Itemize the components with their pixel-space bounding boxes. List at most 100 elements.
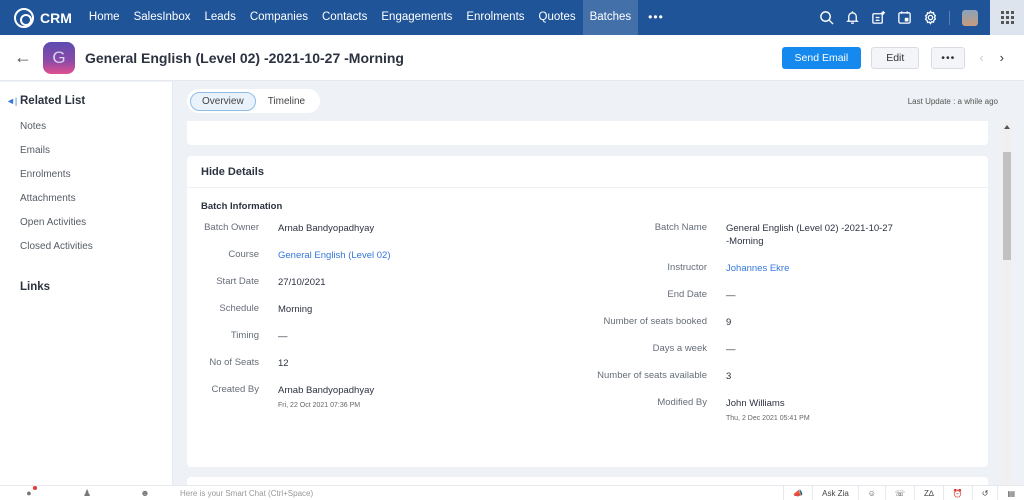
sidebar-item-open-activities[interactable]: Open Activities (0, 211, 172, 235)
bell-icon[interactable] (839, 0, 865, 35)
sidebar-item-notes[interactable]: Notes (0, 115, 172, 139)
tab-timeline[interactable]: Timeline (256, 92, 317, 111)
nav-contacts[interactable]: Contacts (315, 0, 374, 35)
field-value[interactable]: 9 (726, 316, 896, 329)
field-value[interactable]: — (726, 343, 896, 356)
nav-home[interactable]: Home (82, 0, 127, 35)
field-value[interactable]: 27/10/2021 (278, 276, 326, 289)
nav-divider (949, 10, 950, 25)
bot-icon[interactable]: ☺ (857, 485, 885, 500)
field-label: Instructor (667, 262, 707, 273)
field-value[interactable]: 12 (278, 357, 289, 370)
send-email-button[interactable]: Send Email (781, 46, 862, 69)
collapse-sidebar-icon[interactable]: ◄| (6, 96, 20, 106)
user-avatar[interactable] (962, 9, 978, 26)
field-value: Arnab Bandyopadhyay (278, 385, 375, 396)
sidebar-item-closed-activities[interactable]: Closed Activities (0, 235, 172, 259)
field-label: Created By (211, 384, 259, 395)
field-label: Number of seats booked (603, 316, 707, 327)
ask-zia-button[interactable]: Ask Zia (812, 485, 858, 500)
nav-batches[interactable]: Batches (582, 0, 639, 35)
apps-grid-button[interactable] (990, 0, 1024, 35)
nav-quotes[interactable]: Quotes (532, 0, 583, 35)
last-update-text: Last Update : a while ago (907, 96, 998, 106)
field-days-a-week: Days a week — (567, 343, 987, 370)
record-avatar: G (43, 41, 75, 74)
edit-button[interactable]: Edit (871, 46, 920, 69)
gear-icon[interactable] (917, 0, 943, 35)
call-icon[interactable]: ☏ (884, 485, 914, 500)
nav-companies[interactable]: Companies (243, 0, 315, 35)
sidebar-item-attachments[interactable]: Attachments (0, 187, 172, 211)
chats-icon[interactable]: ● (23, 486, 37, 498)
field-value[interactable]: General English (Level 02) -2021-10-27 -… (726, 222, 896, 248)
smart-chat-input[interactable]: Here is your Smart Chat (Ctrl+Space) (180, 489, 783, 498)
nav-more-button[interactable]: ••• (638, 0, 674, 35)
field-start-date: Start Date 27/10/2021 (187, 276, 567, 303)
notes-icon[interactable]: ▤ (997, 485, 1024, 500)
field-label: Batch Name (654, 222, 707, 233)
view-tabs: Overview Timeline (187, 89, 321, 113)
more-actions-button[interactable]: ••• (931, 46, 966, 69)
field-label: Number of seats available (597, 370, 707, 381)
field-created-by: Created By Arnab Bandyopadhyay Fri, 22 O… (187, 384, 567, 412)
field-label: Schedule (219, 303, 259, 314)
bottom-bar: ● ♟ ☻ Here is your Smart Chat (Ctrl+Spac… (0, 485, 1024, 500)
field-course: Course General English (Level 02) (187, 249, 567, 276)
history-icon[interactable]: ↺ (971, 485, 998, 500)
field-timing: Timing — (187, 330, 567, 357)
tab-overview[interactable]: Overview (190, 91, 256, 111)
field-value[interactable]: Arnab Bandyopadhyay (278, 222, 374, 235)
sidebar-item-enrolments[interactable]: Enrolments (0, 163, 172, 187)
nav-engagements[interactable]: Engagements (374, 0, 459, 35)
field-label: Timing (230, 330, 259, 341)
summary-card (187, 121, 988, 145)
instructor-link[interactable]: Johannes Ekre (726, 262, 896, 275)
field-label: Days a week (652, 343, 707, 354)
crm-logo-icon (14, 7, 34, 28)
field-end-date: End Date — (567, 289, 987, 316)
field-value[interactable]: — (278, 330, 288, 343)
grid-icon (1000, 11, 1014, 24)
channels-icon[interactable]: ♟ (81, 488, 93, 498)
field-value[interactable]: — (726, 289, 896, 302)
previous-record-icon[interactable]: ‹ (979, 50, 983, 65)
details-right-column: Batch Name General English (Level 02) -2… (567, 222, 987, 425)
field-seats-booked: Number of seats booked 9 (567, 316, 987, 343)
related-list-title: Related List (20, 95, 86, 107)
course-link[interactable]: General English (Level 02) (278, 249, 390, 262)
sidebar-item-emails[interactable]: Emails (0, 139, 172, 163)
created-timestamp: Fri, 22 Oct 2021 07:36 PM (278, 402, 361, 409)
contacts-icon[interactable]: ☻ (139, 488, 151, 498)
links-title: Links (20, 281, 51, 293)
field-value[interactable]: 3 (726, 370, 896, 383)
translate-icon[interactable]: Z∆ (913, 485, 943, 500)
field-label: No of Seats (209, 357, 259, 368)
scroll-up-arrow-icon[interactable] (1004, 125, 1010, 129)
scrollbar-thumb[interactable] (1003, 152, 1011, 260)
field-value[interactable]: Morning (278, 303, 312, 316)
add-note-icon[interactable] (865, 0, 891, 35)
field-seats-available: Number of seats available 3 (567, 370, 987, 397)
crm-logo[interactable]: CRM (0, 7, 72, 28)
nav-salesinbox[interactable]: SalesInbox (127, 0, 198, 35)
next-record-icon[interactable]: › (1000, 50, 1004, 65)
calendar-icon[interactable] (891, 0, 917, 35)
record-header: ← G General English (Level 02) -2021-10-… (0, 35, 1024, 81)
announcement-icon[interactable]: 📣 (783, 485, 812, 500)
search-icon[interactable] (813, 0, 839, 35)
alarm-icon[interactable]: ⏰ (942, 485, 972, 500)
nav-enrolments[interactable]: Enrolments (459, 0, 531, 35)
field-value: John Williams (726, 398, 785, 409)
details-card: Hide Details Batch Information Batch Own… (187, 156, 988, 467)
field-modified-by: Modified By John Williams Thu, 2 Dec 202… (567, 397, 987, 425)
back-arrow-icon[interactable]: ← (14, 47, 34, 68)
nav-leads[interactable]: Leads (197, 0, 242, 35)
hide-details-toggle[interactable]: Hide Details (187, 156, 988, 188)
details-left-column: Batch Owner Arnab Bandyopadhyay Course G… (187, 222, 567, 412)
vertical-scrollbar[interactable] (1002, 122, 1012, 485)
field-no-of-seats: No of Seats 12 (187, 357, 567, 384)
field-instructor: Instructor Johannes Ekre (567, 262, 987, 289)
top-navigation: CRM Home SalesInbox Leads Companies Cont… (0, 0, 1024, 35)
field-batch-owner: Batch Owner Arnab Bandyopadhyay (187, 222, 567, 249)
